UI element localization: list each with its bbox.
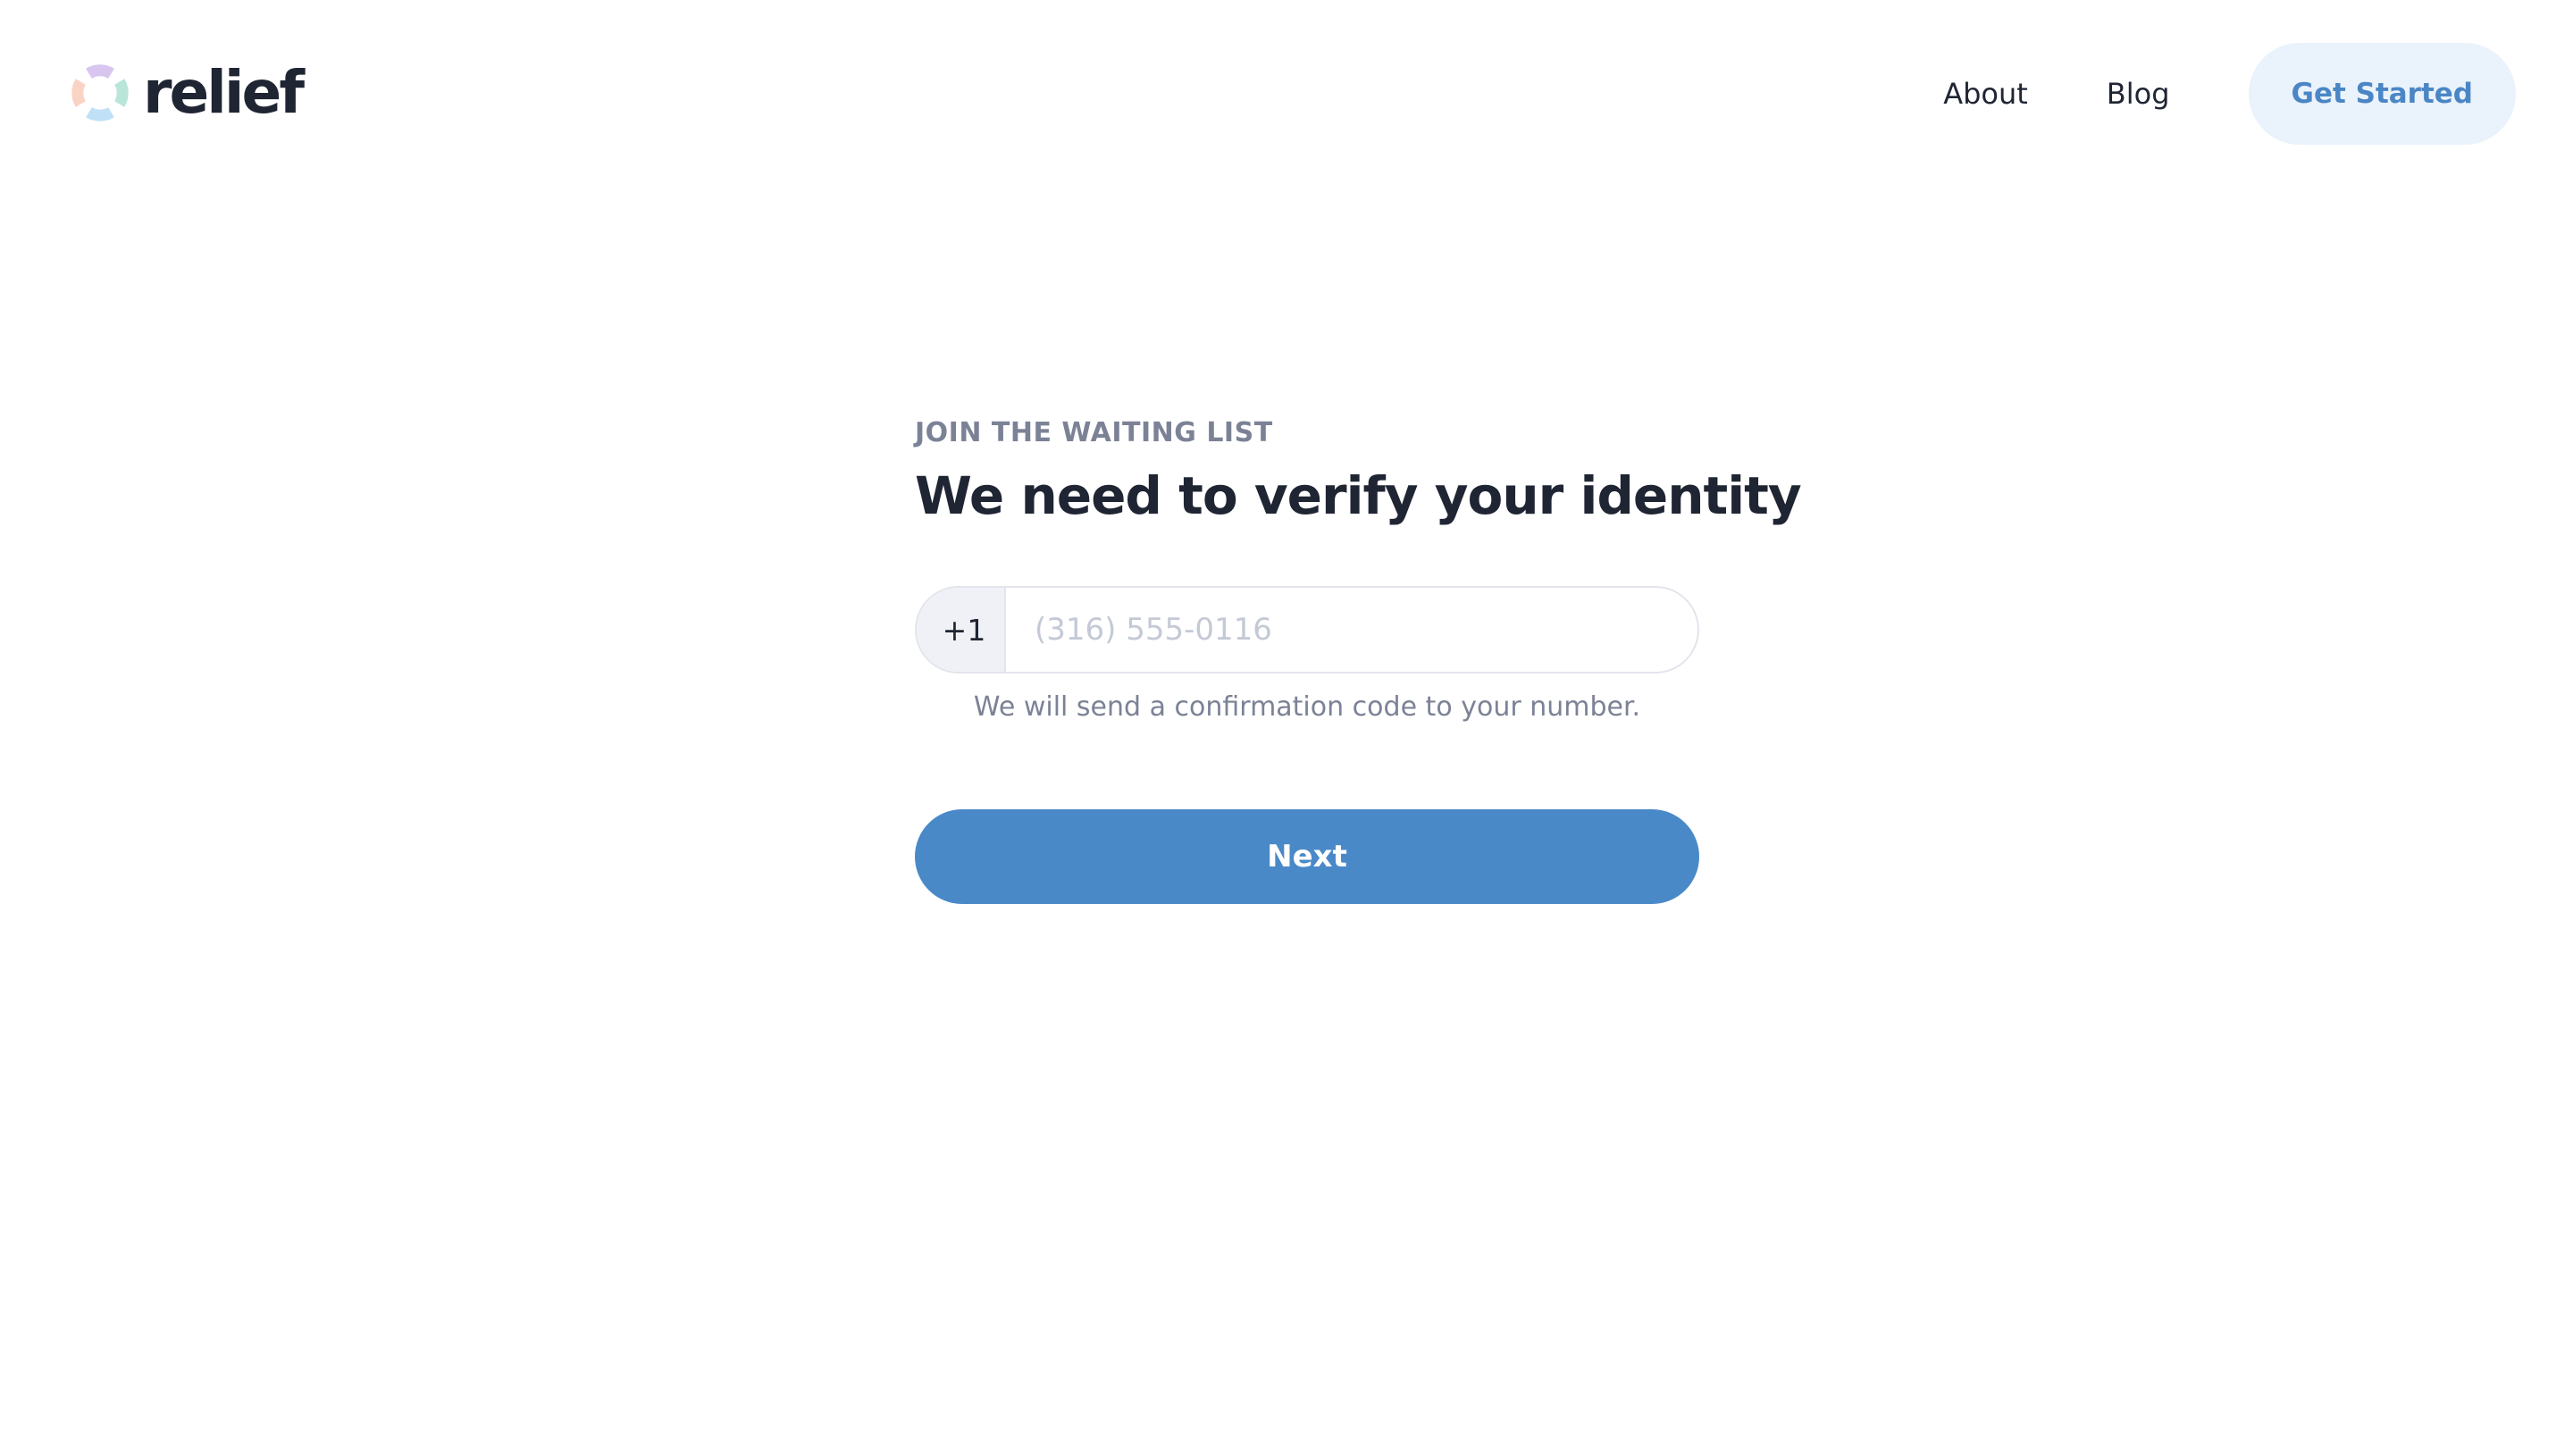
verify-identity-form: JOIN THE WAITING LIST We need to verify …: [915, 417, 1802, 904]
brand-logo[interactable]: relief: [71, 58, 305, 127]
nav-link-about[interactable]: About: [1943, 77, 2028, 111]
confirmation-hint: We will send a confirmation code to your…: [973, 691, 1641, 723]
next-button[interactable]: Next: [915, 809, 1699, 904]
phone-number-input[interactable]: [1006, 588, 1697, 672]
lifebuoy-icon: [71, 64, 129, 121]
phone-field: +1: [915, 586, 1699, 674]
brand-name: relief: [143, 58, 305, 127]
main-nav: About Blog Get Started: [1943, 43, 2516, 145]
get-started-button[interactable]: Get Started: [2248, 43, 2516, 145]
form-eyebrow: JOIN THE WAITING LIST: [915, 417, 1273, 448]
site-header: relief About Blog Get Started: [0, 0, 2573, 188]
nav-link-blog[interactable]: Blog: [2107, 77, 2170, 111]
country-code-prefix[interactable]: +1: [917, 588, 1006, 672]
page-title: We need to verify your identity: [915, 465, 1802, 526]
